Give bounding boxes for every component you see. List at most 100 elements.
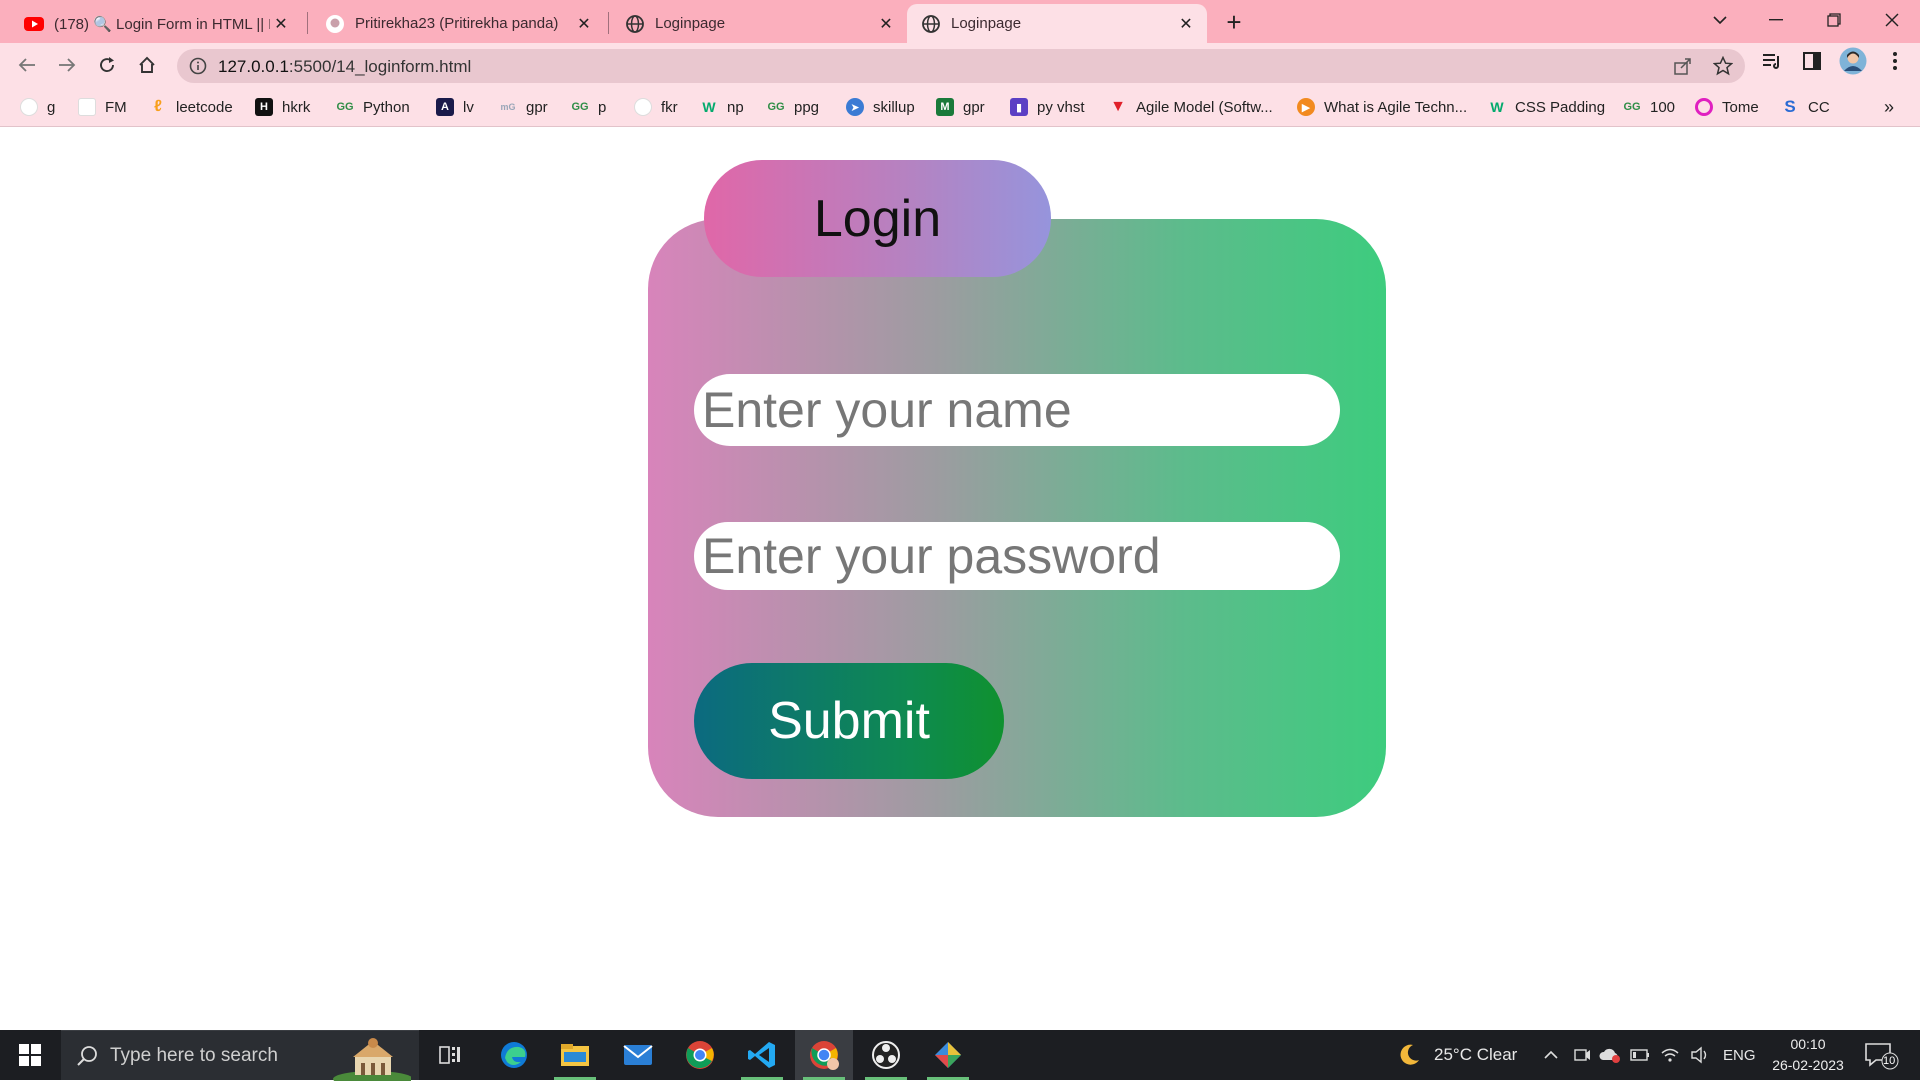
close-tab-icon[interactable]: ✕: [573, 13, 595, 35]
taskbar-search-box[interactable]: Type here to search: [61, 1030, 419, 1086]
bookmark-100[interactable]: GG 100: [1623, 96, 1675, 118]
file-explorer-icon[interactable]: [546, 1030, 604, 1080]
weather-text: 25°C Clear: [1434, 1045, 1518, 1064]
onedrive-icon[interactable]: [1599, 1030, 1621, 1080]
tab-youtube[interactable]: (178) 🔍 Login Form in HTML || H ✕: [10, 4, 302, 43]
gpr-icon: mG: [500, 102, 516, 112]
tutorialspoint-icon: ▼: [1110, 98, 1126, 115]
chrome-icon[interactable]: [671, 1030, 729, 1080]
tab-separator: [608, 12, 609, 34]
windows-start-button[interactable]: [0, 1030, 60, 1080]
bookmark-cc[interactable]: S CC: [1781, 96, 1830, 118]
bookmarks-overflow-button[interactable]: »: [1884, 96, 1894, 118]
system-clock[interactable]: 00:10 26-02-2023: [1770, 1034, 1846, 1076]
snipping-tool-icon[interactable]: [919, 1030, 977, 1080]
bookmark-ppg[interactable]: GG ppg: [767, 96, 819, 118]
bookmark-np[interactable]: Wnp: [700, 96, 744, 118]
skillup-icon: ➤: [846, 98, 864, 116]
password-input[interactable]: [694, 522, 1340, 590]
tab-title: Loginpage: [655, 15, 726, 32]
clock-date: 26-02-2023: [1772, 1057, 1844, 1073]
bookmark-skillup[interactable]: ➤ skillup: [846, 96, 915, 118]
side-panel-icon[interactable]: [1801, 50, 1823, 72]
bookmark-python[interactable]: GG Python: [336, 96, 409, 118]
reading-list-icon[interactable]: [1761, 50, 1783, 72]
wifi-icon[interactable]: [1660, 1030, 1680, 1080]
reload-button[interactable]: [91, 49, 123, 81]
name-input[interactable]: [694, 374, 1340, 446]
youtube-icon: [24, 14, 44, 34]
clock-time: 00:10: [1790, 1036, 1826, 1052]
menu-kebab-icon[interactable]: [1884, 50, 1906, 72]
bookmark-label: p: [598, 98, 607, 116]
minimize-button[interactable]: [1748, 0, 1804, 40]
restore-button[interactable]: [1806, 0, 1862, 40]
bookmark-label: FM: [105, 98, 127, 116]
bookmark-fkr[interactable]: fkr: [634, 96, 678, 118]
tab-loginpage-active[interactable]: Loginpage ✕: [907, 4, 1207, 43]
volume-icon[interactable]: [1690, 1030, 1710, 1080]
bookmark-p[interactable]: GG p: [571, 96, 606, 118]
bookmark-gpr-2[interactable]: Mgpr: [936, 96, 985, 118]
taskbar: Type here to search 25°C Clear ENG 00:10…: [0, 1030, 1920, 1086]
tab-search-icon[interactable]: [1692, 0, 1748, 40]
codechef-icon: S: [1784, 97, 1796, 116]
close-window-button[interactable]: [1864, 0, 1920, 40]
edge-icon[interactable]: [485, 1030, 543, 1080]
obs-icon[interactable]: [857, 1030, 915, 1080]
bookmark-label: Agile Model (Softw...: [1136, 98, 1273, 116]
page-content: Login Submit: [0, 128, 1920, 1030]
globe-icon: [625, 14, 645, 34]
task-view-icon[interactable]: [421, 1030, 479, 1080]
vscode-icon[interactable]: [733, 1030, 791, 1080]
mail-icon[interactable]: [609, 1030, 667, 1080]
bookmark-leetcode[interactable]: ℓ leetcode: [149, 96, 233, 118]
back-button[interactable]: [11, 49, 43, 81]
share-icon[interactable]: [1673, 56, 1693, 76]
moon-icon: [1400, 1044, 1419, 1065]
home-button[interactable]: [131, 49, 163, 81]
site-info-icon[interactable]: [189, 57, 207, 75]
tab-separator: [307, 12, 308, 34]
bookmark-g[interactable]: g: [20, 96, 55, 118]
vhst-icon: ▮: [1010, 98, 1028, 116]
show-hidden-icons[interactable]: [1543, 1030, 1559, 1080]
bookmark-fm[interactable]: FM: [78, 96, 127, 118]
fm-icon: [78, 98, 96, 116]
bookmark-label: fkr: [661, 98, 678, 116]
forward-button[interactable]: [51, 49, 83, 81]
submit-button[interactable]: Submit: [694, 663, 1004, 779]
close-tab-icon[interactable]: ✕: [1175, 13, 1197, 35]
notification-center-icon[interactable]: 10: [1860, 1040, 1900, 1070]
bookmark-agile-model[interactable]: ▼ Agile Model (Softw...: [1109, 96, 1273, 118]
tab-github[interactable]: Pritirekha23 (Pritirekha panda) ✕: [311, 4, 605, 43]
url-text[interactable]: 127.0.0.1:5500/14_loginform.html: [218, 57, 471, 77]
bookmark-py-vhst[interactable]: ▮ py vhst: [1010, 96, 1085, 118]
geeks-icon: GG: [767, 101, 785, 113]
w3schools-icon: W: [702, 99, 716, 115]
tab-title: (178) 🔍 Login Form in HTML || H: [54, 15, 270, 33]
bookmark-label: np: [727, 98, 744, 116]
bookmark-star-icon[interactable]: [1712, 55, 1734, 76]
bookmark-css-padding[interactable]: W CSS Padding: [1488, 96, 1605, 118]
bookmark-hkrk[interactable]: Hhkrk: [255, 96, 310, 118]
tab-loginpage[interactable]: Loginpage ✕: [611, 4, 907, 43]
weather-widget[interactable]: 25°C Clear: [1396, 1030, 1517, 1080]
chrome-profile-icon[interactable]: [795, 1030, 853, 1080]
bookmark-label: Tome: [1722, 98, 1759, 116]
profile-avatar[interactable]: [1839, 47, 1867, 75]
bookmark-tome[interactable]: Tome: [1695, 96, 1759, 118]
new-tab-button[interactable]: +: [1220, 7, 1248, 37]
bookmark-gpr[interactable]: mG gpr: [499, 96, 547, 118]
gpr-green-icon: M: [936, 98, 954, 116]
bookmark-agile-techn[interactable]: ▶ What is Agile Techn...: [1297, 96, 1467, 118]
language-indicator[interactable]: ENG: [1723, 1030, 1756, 1080]
address-bar[interactable]: 127.0.0.1:5500/14_loginform.html: [177, 49, 1745, 83]
meet-icon[interactable]: [1573, 1030, 1591, 1080]
bookmark-label: CC: [1808, 98, 1830, 116]
bookmark-lv[interactable]: Alv: [436, 96, 474, 118]
bookmark-label: gpr: [963, 98, 985, 116]
w3schools-icon: W: [1490, 99, 1504, 115]
close-tab-icon[interactable]: ✕: [875, 13, 897, 35]
close-tab-icon[interactable]: ✕: [270, 13, 292, 35]
